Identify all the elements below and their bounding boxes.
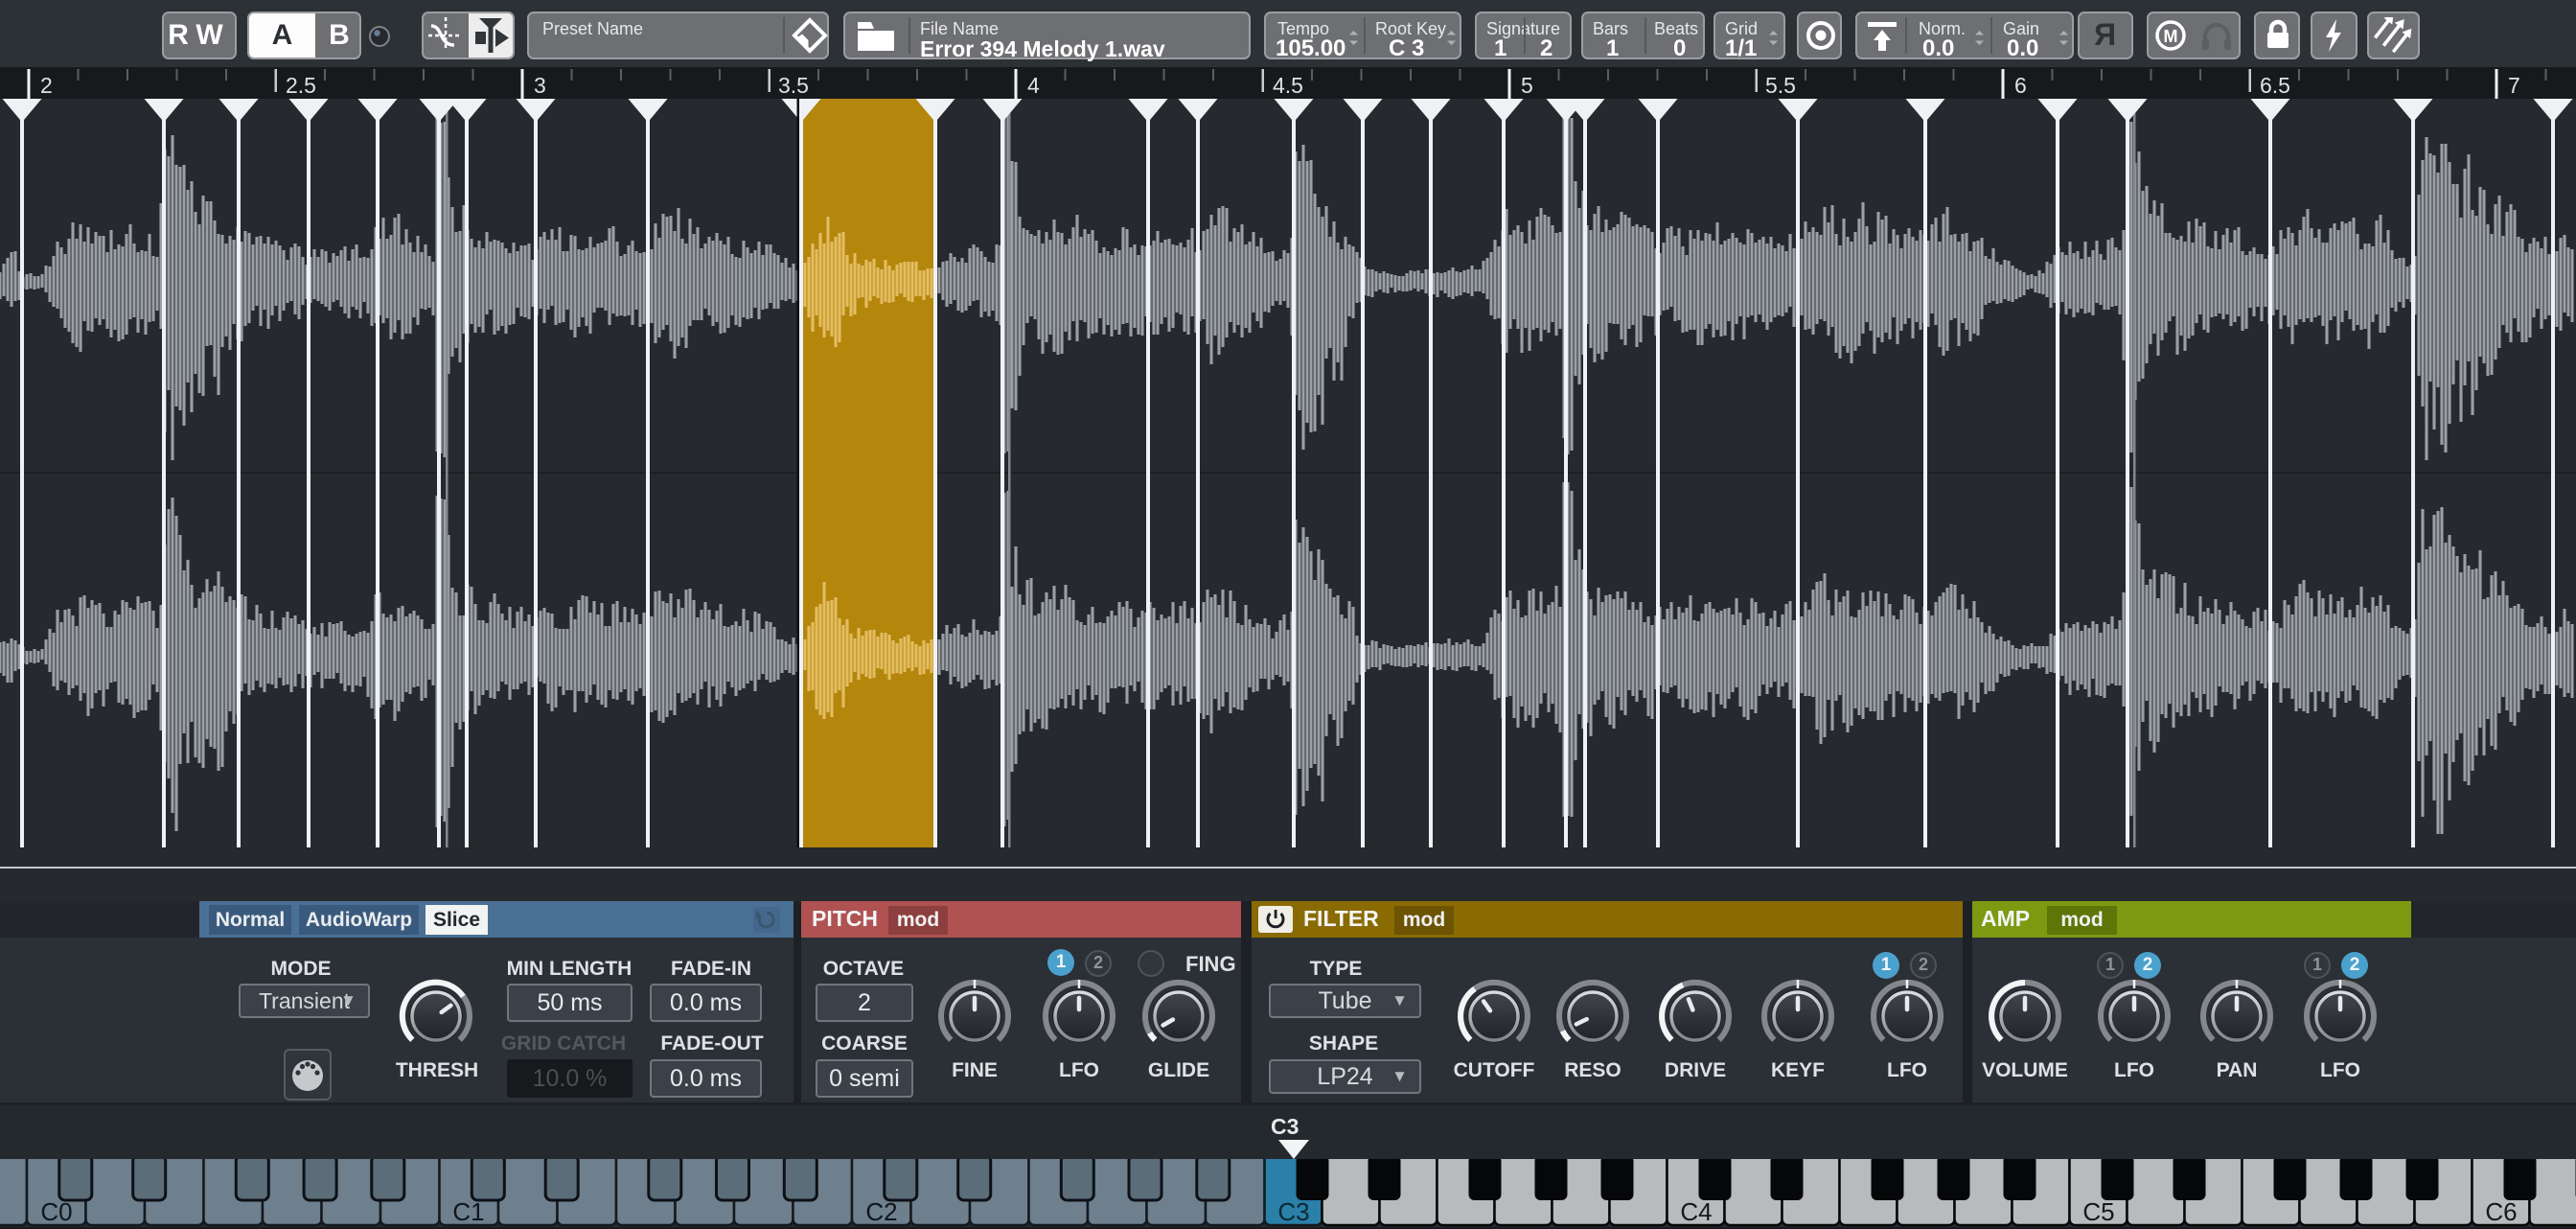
svg-text:6.5: 6.5 xyxy=(2260,73,2290,98)
svg-text:5.5: 5.5 xyxy=(1765,73,1796,98)
svg-text:4: 4 xyxy=(1027,73,1040,98)
svg-text:4.5: 4.5 xyxy=(1273,73,1303,98)
svg-text:M: M xyxy=(2164,27,2178,46)
svg-text:3.5: 3.5 xyxy=(778,73,809,98)
svg-text:C1: C1 xyxy=(452,1197,484,1226)
svg-text:C2: C2 xyxy=(865,1197,897,1226)
svg-text:C4: C4 xyxy=(1680,1197,1712,1226)
svg-text:C6: C6 xyxy=(2485,1197,2517,1226)
svg-text:5: 5 xyxy=(1521,73,1533,98)
svg-text:2.5: 2.5 xyxy=(286,73,316,98)
svg-text:2: 2 xyxy=(40,73,53,98)
svg-text:6: 6 xyxy=(2014,73,2027,98)
svg-text:C3: C3 xyxy=(1277,1197,1309,1226)
svg-text:3: 3 xyxy=(534,73,546,98)
svg-text:C0: C0 xyxy=(40,1197,72,1226)
svg-text:C5: C5 xyxy=(2082,1197,2114,1226)
svg-text:7: 7 xyxy=(2508,73,2520,98)
